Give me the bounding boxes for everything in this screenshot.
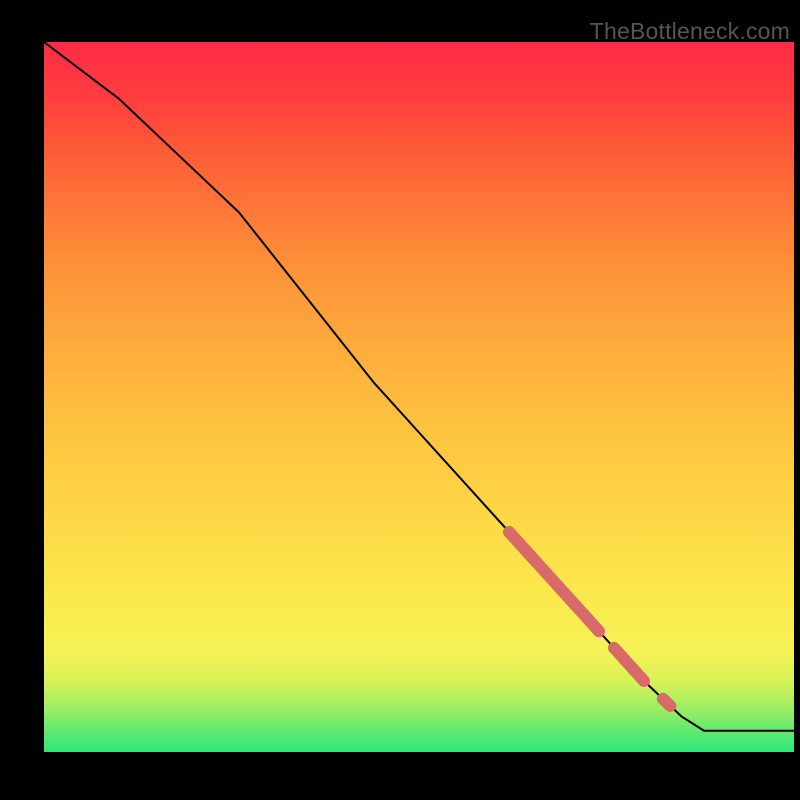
highlight-segment (614, 648, 644, 681)
curve-line (44, 42, 794, 731)
chart-svg (44, 42, 794, 752)
highlight-segment (509, 532, 599, 631)
watermark-text: TheBottleneck.com (590, 18, 790, 45)
chart-frame: TheBottleneck.com (0, 0, 800, 800)
highlight-segment (663, 699, 671, 706)
